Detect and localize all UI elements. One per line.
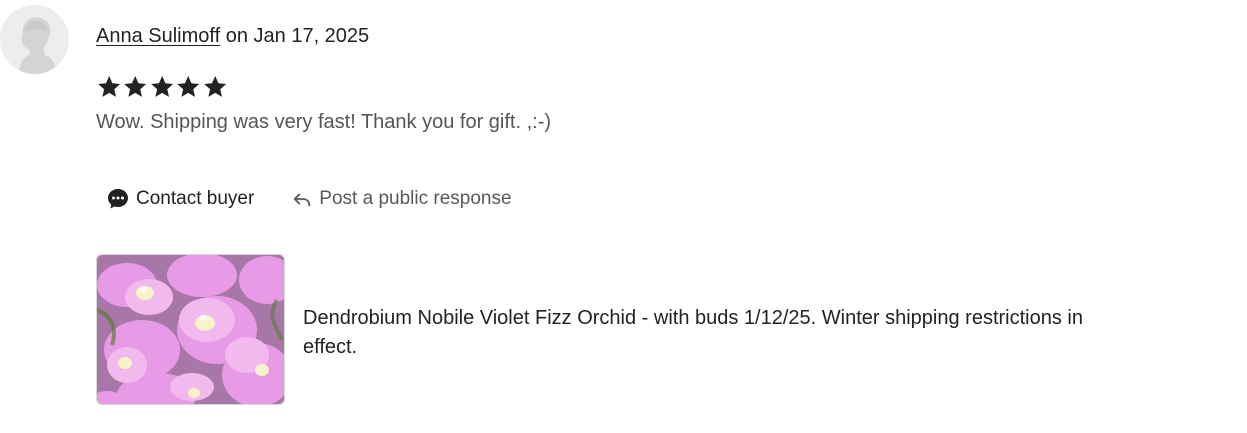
default-avatar-icon [0, 5, 69, 74]
product-title[interactable]: Dendrobium Nobile Violet Fizz Orchid - w… [303, 304, 1133, 362]
post-public-response-button[interactable]: Post a public response [281, 182, 521, 216]
star-filled-icon [203, 76, 226, 97]
product-image[interactable] [96, 254, 285, 405]
post-public-response-label: Post a public response [319, 188, 512, 209]
star-filled-icon [177, 76, 200, 97]
star-filled-icon [124, 76, 147, 97]
contact-buyer-label: Contact buyer [136, 188, 255, 209]
contact-buyer-button[interactable]: Contact buyer [96, 182, 264, 216]
review-date: on Jan 17, 2025 [220, 25, 370, 47]
review-header: Anna Sulimoff on Jan 17, 2025 [96, 22, 369, 50]
star-filled-icon [98, 76, 121, 97]
reviewer-avatar[interactable] [0, 5, 69, 74]
reviewed-product: Dendrobium Nobile Violet Fizz Orchid - w… [96, 254, 1136, 405]
reply-arrow-icon [291, 188, 313, 210]
review-text: Wow. Shipping was very fast! Thank you f… [96, 111, 552, 133]
review-card: Anna Sulimoff on Jan 17, 2025 Wow. Shipp… [0, 0, 1247, 433]
chat-bubble-icon [106, 187, 130, 211]
star-filled-icon [150, 76, 173, 97]
review-actions: Contact buyer Post a public response [96, 182, 522, 216]
reviewer-name-link[interactable]: Anna Sulimoff [96, 25, 220, 47]
orchid-photo-icon [97, 255, 284, 404]
star-rating [96, 72, 228, 102]
